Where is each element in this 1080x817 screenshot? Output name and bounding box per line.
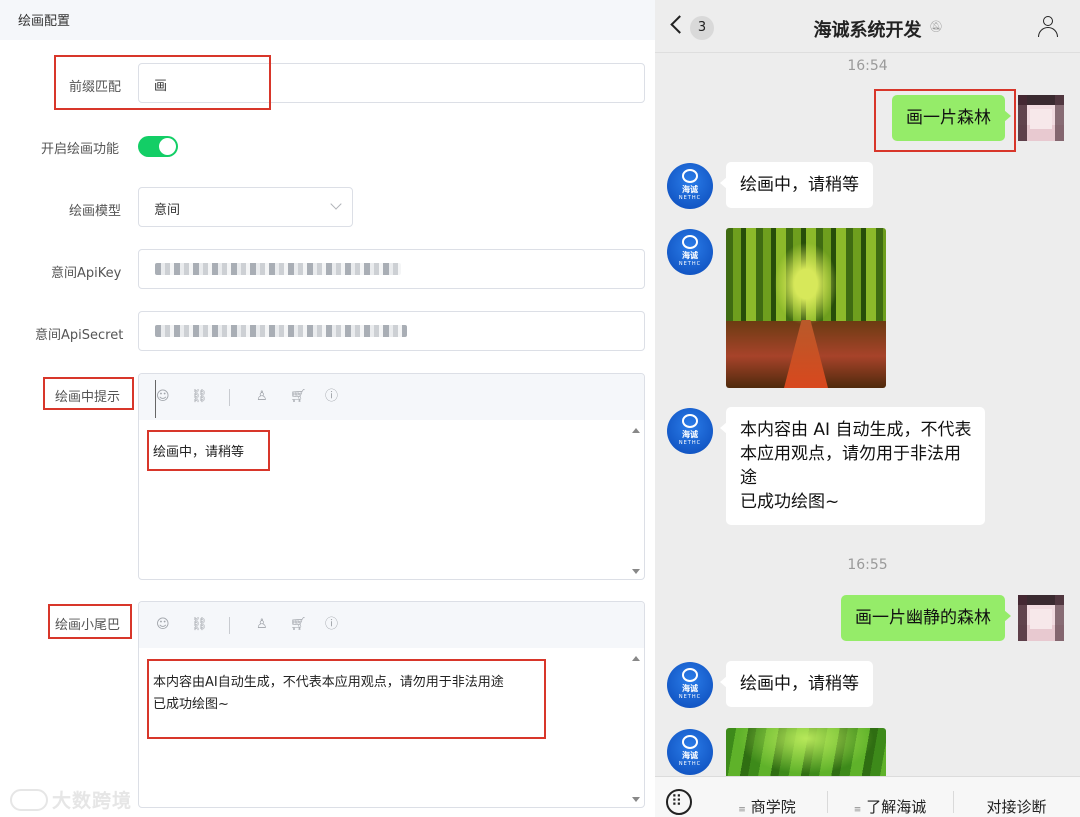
panel-title: 绘画配置 [18, 14, 71, 29]
scroll-up-arrow[interactable] [632, 428, 640, 433]
avatar[interactable]: 海诚 NETHC [667, 729, 713, 775]
api-key-input[interactable] [138, 249, 645, 289]
menu-item-business-school[interactable]: ≡ 商学院 [707, 777, 827, 817]
link-icon[interactable]: ⛓ [191, 618, 208, 632]
user-icon[interactable]: ♙ [256, 618, 268, 632]
chevron-down-icon [330, 198, 342, 210]
message-bubble-bot[interactable]: 本内容由 AI 自动生成，不代表 本应用观点，请勿用于非法用 途 已成功绘图~ [719, 407, 986, 525]
bell-off-icon: 🔕︎ [929, 20, 943, 33]
cart-icon[interactable]: 🛒︎ [290, 390, 307, 404]
drawing-tip-editor[interactable]: ☺ ⛓ ♙ 🛒︎ ⓘ 绘画中，请稍等 [138, 373, 645, 580]
model-value: 意间 [154, 203, 181, 218]
message-bubble-me[interactable]: 画一片幽静的森林 [841, 595, 1011, 641]
message-bubble-bot[interactable]: 绘画中，请稍等 [720, 661, 873, 707]
forest-image[interactable] [726, 728, 886, 780]
menu-item-diagnosis[interactable]: 对接诊断 [953, 777, 1080, 817]
chat-window: 3 海诚系统开发 🔕︎ 16:54 画一片森林 海诚 NETHC 绘画中，请稍等 … [655, 0, 1080, 817]
api-key-label: 意间ApiKey [51, 266, 122, 281]
info-icon[interactable]: ⓘ [325, 618, 338, 632]
model-select[interactable]: 意间 [138, 187, 353, 227]
api-key-masked-value [155, 263, 401, 275]
enable-draw-toggle[interactable] [138, 136, 178, 157]
timestamp: 16:54 [847, 58, 888, 74]
message-bubble-me[interactable]: 画一片森林 [892, 95, 1011, 141]
menu-item-about[interactable]: ≡ 了解海诚 [827, 777, 953, 817]
drawing-tip-text: 绘画中，请稍等 [153, 445, 245, 460]
smile-icon[interactable]: ☺ [156, 618, 170, 632]
enable-draw-label: 开启绘画功能 [41, 142, 120, 157]
timestamp: 16:55 [847, 557, 888, 573]
toolbar-divider [229, 389, 230, 406]
scroll-up-arrow[interactable] [632, 656, 640, 661]
api-secret-label: 意间ApiSecret [35, 328, 124, 343]
avatar[interactable]: 海诚 NETHC [667, 163, 713, 209]
editor-toolbar: ☺ ⛓ ♙ 🛒︎ ⓘ [139, 602, 644, 648]
message-bubble-bot[interactable]: 绘画中，请稍等 [720, 162, 873, 208]
info-icon[interactable]: ⓘ [325, 390, 338, 404]
draw-config-panel: 绘画配置 前缀匹配 画 开启绘画功能 绘画模型 意间 意间ApiKey 意间Ap… [0, 0, 655, 817]
model-label: 绘画模型 [69, 204, 122, 219]
prefix-label: 前缀匹配 [69, 80, 122, 95]
prefix-input[interactable]: 画 [138, 63, 645, 103]
avatar[interactable] [1018, 95, 1064, 141]
user-icon[interactable] [1036, 15, 1060, 39]
bottom-menu-bar: ≡商学院 ≡了解海诚 对接诊断 [655, 776, 1080, 817]
avatar[interactable] [1018, 595, 1064, 641]
watermark-text: 大数跨境 [52, 790, 133, 812]
user-icon[interactable]: ♙ [256, 390, 268, 404]
toolbar-divider [229, 617, 230, 634]
panel-header: 绘画配置 [0, 0, 655, 40]
watermark: 大数跨境 [10, 786, 132, 813]
tail-text: 本内容由AI自动生成，不代表本应用观点，请勿用于非法用途 已成功绘图~ [153, 675, 504, 712]
chat-title: 海诚系统开发 [813, 20, 922, 41]
chat-header: 3 海诚系统开发 🔕︎ [655, 0, 1080, 53]
keyboard-icon[interactable] [666, 789, 692, 815]
avatar[interactable]: 海诚 NETHC [667, 229, 713, 275]
tail-editor[interactable]: ☺ ⛓ ♙ 🛒︎ ⓘ 本内容由AI自动生成，不代表本应用观点，请勿用于非法用途 … [138, 601, 645, 808]
smile-icon[interactable]: ☺ [156, 390, 170, 404]
avatar[interactable]: 海诚 NETHC [667, 662, 713, 708]
drawing-tip-label: 绘画中提示 [55, 390, 121, 405]
api-secret-masked-value [155, 325, 407, 337]
api-secret-input[interactable] [138, 311, 645, 351]
tail-label: 绘画小尾巴 [55, 618, 121, 633]
scroll-down-arrow[interactable] [632, 569, 640, 574]
avatar[interactable]: 海诚 NETHC [667, 408, 713, 454]
prefix-value: 画 [154, 79, 168, 94]
scroll-down-arrow[interactable] [632, 797, 640, 802]
editor-toolbar: ☺ ⛓ ♙ 🛒︎ ⓘ [139, 374, 644, 420]
cart-icon[interactable]: 🛒︎ [290, 618, 307, 632]
forest-image[interactable] [726, 228, 886, 388]
link-icon[interactable]: ⛓ [191, 390, 208, 404]
watermark-logo-icon [10, 789, 48, 811]
